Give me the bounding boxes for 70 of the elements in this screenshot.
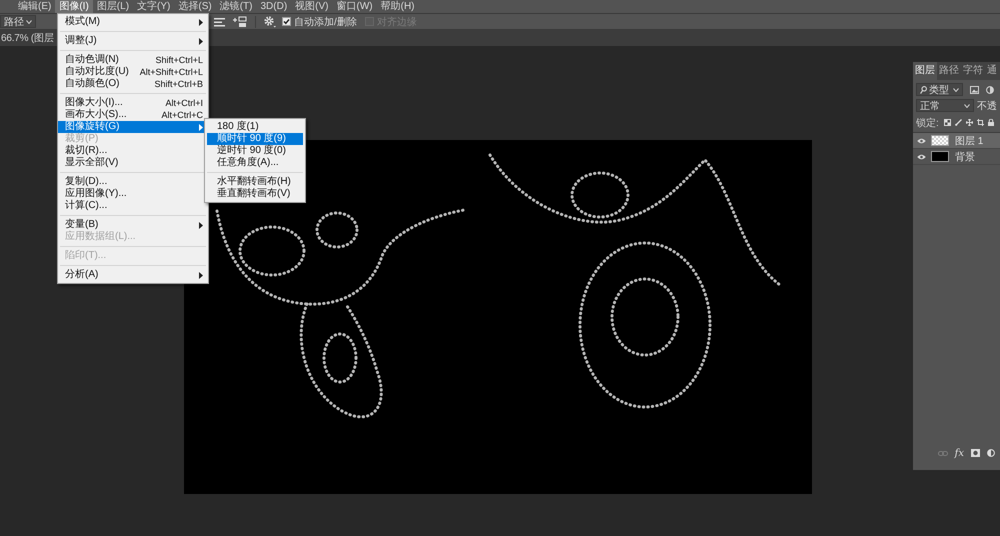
menu-item[interactable]: 自动色调(N) Shift+Ctrl+L (58, 54, 208, 66)
path-mode-dropdown[interactable]: 路径 (0, 15, 36, 28)
submenu-item[interactable]: 水平翻转画布(H) (207, 176, 303, 188)
menu-item[interactable]: 复制(D)... (58, 176, 208, 188)
auto-add-delete-label: 自动添加/删除 (294, 16, 357, 28)
layer-thumbnail (931, 151, 949, 162)
submenu-item[interactable]: 逆时针 90 度(0) (207, 145, 303, 157)
eye-icon[interactable] (917, 154, 926, 160)
blend-mode-dropdown[interactable]: 正常 (916, 99, 974, 112)
checkerboard-thumbnail (931, 135, 949, 146)
eye-icon[interactable] (917, 138, 926, 144)
submenu-item[interactable]: 180 度(1) (207, 121, 303, 133)
gear-icon[interactable] (264, 16, 276, 28)
menu-bar-item[interactable]: 文字(Y) (133, 0, 174, 13)
lock-icon[interactable] (988, 119, 994, 126)
menu-item[interactable]: 变量(B) (58, 219, 208, 231)
menu-item[interactable]: 计算(C)... (58, 200, 208, 212)
layer-filter-dropdown[interactable]: 类型 (916, 83, 963, 96)
chevron-down-icon (964, 104, 970, 108)
submenu-item[interactable]: 顺时针 90 度(9) (207, 133, 303, 145)
menu-bar-item[interactable]: 图层(L) (92, 0, 134, 13)
shortcut-text: Alt+Ctrl+C (160, 109, 203, 121)
auto-add-delete-checkbox[interactable] (282, 17, 291, 26)
circle-in-square-icon[interactable] (971, 449, 980, 457)
panel-tab[interactable]: 图层 (913, 62, 937, 80)
menu-bar-item[interactable]: 视图(V) (291, 0, 333, 13)
picture-icon[interactable] (970, 86, 979, 94)
menu-item[interactable]: 模式(M) (58, 16, 208, 28)
checkerboard-icon[interactable] (944, 119, 951, 126)
menu-bar-item[interactable]: 图像(I) (55, 0, 93, 13)
menu-bar-item[interactable]: 滤镜(T) (216, 0, 256, 13)
menu-item[interactable]: 分析(A) (58, 269, 208, 281)
align-bars-icon[interactable] (214, 16, 225, 26)
menu-item[interactable]: 裁切(R)... (58, 145, 208, 157)
half-circle-icon[interactable] (986, 86, 994, 94)
menu-bar-item[interactable]: 帮助(H) (376, 0, 419, 13)
menu-item[interactable]: 应用图像(Y)... (58, 188, 208, 200)
panel-tab[interactable]: 路径 (937, 62, 961, 80)
crop-frame-icon[interactable] (976, 119, 984, 126)
menu-item[interactable]: 显示全部(V) (58, 157, 208, 169)
layer-row[interactable]: 图层 1 (913, 133, 1000, 149)
menu-bar-item[interactable]: 选择(S) (174, 0, 216, 13)
chevron-down-icon (953, 88, 959, 92)
panel-tab[interactable]: 通 (985, 62, 999, 80)
shortcut-text: Shift+Ctrl+B (153, 78, 203, 90)
menu-item[interactable]: 调整(J) (58, 35, 208, 47)
menu-bar-item[interactable]: 编辑(E) (14, 0, 56, 13)
effects-button[interactable]: fx (954, 448, 964, 458)
menu-bar-item[interactable]: 窗口(W) (332, 0, 377, 13)
submenu-item[interactable]: 垂直翻转画布(V) (207, 188, 303, 200)
panel-tab[interactable]: 字符 (961, 62, 985, 80)
shortcut-text: Alt+Ctrl+I (164, 97, 203, 109)
shortcut-text: Alt+Shift+Ctrl+L (138, 66, 203, 78)
brush-icon[interactable] (954, 119, 962, 126)
menu-item[interactable]: 图像大小(I)... Alt+Ctrl+I (58, 97, 208, 109)
shortcut-text: Shift+Ctrl+L (154, 54, 203, 66)
lock-label: 锁定: (916, 116, 939, 130)
stack-arrange-icon[interactable] (233, 16, 247, 28)
menu-bar-item[interactable]: 3D(D) (256, 0, 292, 13)
document-tab[interactable]: 66.7% (图层 (0, 31, 54, 45)
menu-item[interactable]: 自动颜色(O) Shift+Ctrl+B (58, 78, 208, 90)
layer-row[interactable]: 背景 (913, 149, 1000, 165)
opacity-label: 不透 (977, 100, 997, 112)
menu-item[interactable]: 自动对比度(U) Alt+Shift+Ctrl+L (58, 66, 208, 78)
search-icon (920, 86, 927, 94)
move-arrows-icon[interactable] (966, 119, 973, 126)
half-filled-circle-icon[interactable] (987, 449, 995, 457)
submenu-item[interactable]: 任意角度(A)... (207, 157, 303, 169)
menu-item[interactable]: 画布大小(S)... Alt+Ctrl+C (58, 109, 208, 121)
chevron-down-icon (26, 20, 32, 24)
